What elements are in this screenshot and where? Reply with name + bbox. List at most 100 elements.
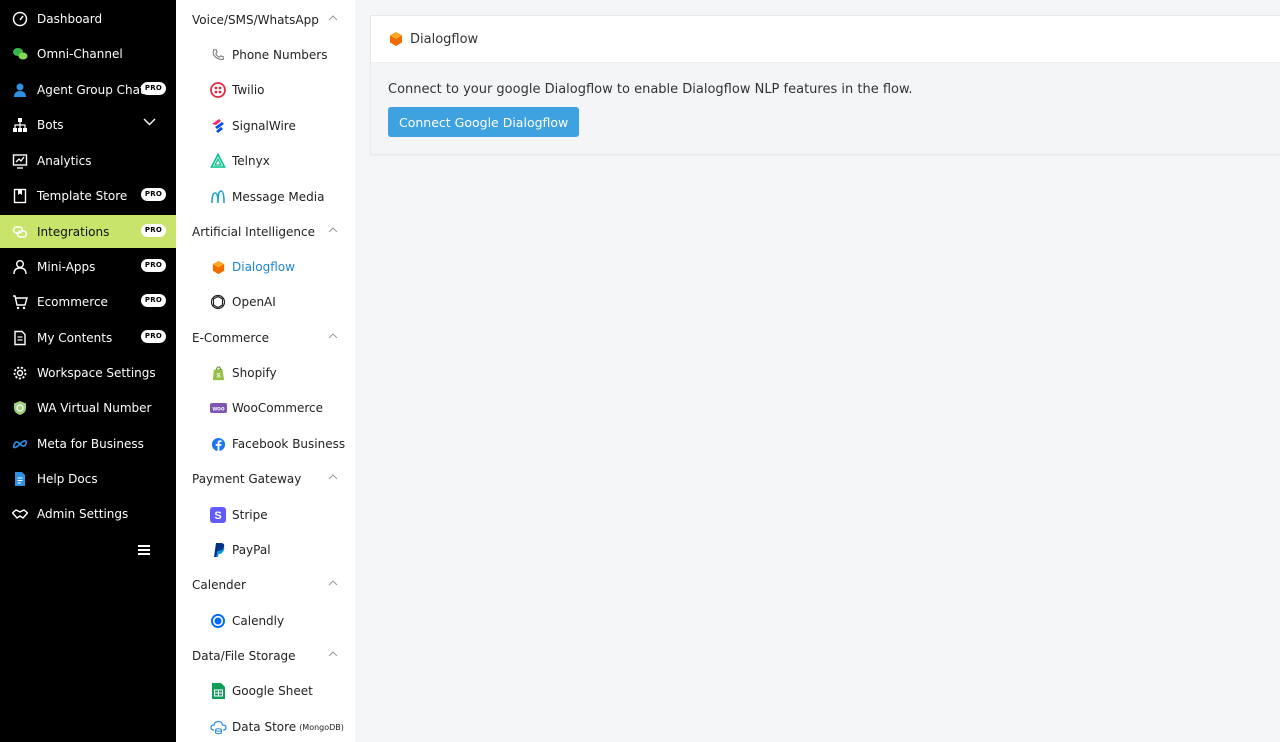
nav-help-docs[interactable]: Help Docs xyxy=(0,462,176,495)
submenu-item-telnyx[interactable]: Telnyx xyxy=(209,152,270,170)
section-title-payment-gateway[interactable]: Payment Gateway xyxy=(192,472,301,486)
submenu-item-stripe[interactable]: S Stripe xyxy=(209,506,268,524)
submenu-item-woocommerce[interactable]: woo WooCommerce xyxy=(209,399,323,417)
submenu-item-label: Shopify xyxy=(232,366,277,380)
nav-workspace-settings[interactable]: Workspace Settings xyxy=(0,356,176,389)
paypal-icon xyxy=(209,541,227,559)
menu-collapse-icon[interactable] xyxy=(137,543,151,557)
submenu-item-label: Stripe xyxy=(232,508,268,522)
chevron-up-icon[interactable] xyxy=(328,474,338,480)
nav-omni-channel[interactable]: Omni-Channel xyxy=(0,37,176,70)
submenu-item-label: WooCommerce xyxy=(232,401,323,415)
chevron-down-icon[interactable] xyxy=(143,118,156,126)
nav-label: Mini-Apps xyxy=(37,259,96,274)
submenu-item-calendly[interactable]: Calendly xyxy=(209,612,284,630)
analytics-icon xyxy=(11,152,29,170)
pro-badge: PRO xyxy=(140,188,166,201)
section-title-artificial-intelligence[interactable]: Artificial Intelligence xyxy=(192,225,315,239)
phone-icon xyxy=(209,46,227,64)
nav-integrations[interactable]: Integrations PRO xyxy=(0,215,176,248)
section-title-voice-sms-whatsapp[interactable]: Voice/SMS/WhatsApp xyxy=(192,13,319,27)
facebook-icon xyxy=(209,435,227,453)
nav-meta-for-business[interactable]: Meta for Business xyxy=(0,427,176,460)
cart-icon xyxy=(11,293,29,311)
submenu-item-facebook-business[interactable]: Facebook Business xyxy=(209,435,345,453)
chevron-up-icon[interactable] xyxy=(328,580,338,586)
agent-icon xyxy=(11,81,29,99)
connect-google-dialogflow-button[interactable]: Connect Google Dialogflow xyxy=(388,107,580,137)
nav-label: Integrations xyxy=(37,224,110,239)
submenu-item-label: Google Sheet xyxy=(232,684,313,698)
submenu-item-openai[interactable]: OpenAI xyxy=(209,293,276,311)
integrations-icon xyxy=(11,223,29,241)
nav-label: Bots xyxy=(37,117,64,132)
google-sheet-icon xyxy=(209,682,227,700)
submenu-item-phone-numbers[interactable]: Phone Numbers xyxy=(209,46,327,64)
nav-admin-settings[interactable]: Admin Settings xyxy=(0,497,176,530)
submenu-item-twilio[interactable]: Twilio xyxy=(209,81,265,99)
shield-icon xyxy=(11,399,29,417)
handshake-icon xyxy=(11,505,29,523)
submenu-item-label: Facebook Business xyxy=(232,437,346,451)
main-content: Dialogflow Connect to your google Dialog… xyxy=(355,0,1280,742)
nav-ecommerce[interactable]: Ecommerce PRO xyxy=(0,285,176,318)
submenu-item-label: OpenAI xyxy=(232,295,276,309)
nav-wa-virtual-number[interactable]: WA Virtual Number xyxy=(0,391,176,424)
dashboard-icon xyxy=(11,10,29,28)
document-icon xyxy=(11,329,29,347)
submenu-item-signalwire[interactable]: SignalWire xyxy=(209,117,296,135)
chevron-up-icon[interactable] xyxy=(328,227,338,233)
nav-template-store[interactable]: Template Store PRO xyxy=(0,179,176,212)
section-title-calender[interactable]: Calender xyxy=(192,578,246,592)
nav-label: Dashboard xyxy=(37,11,103,26)
nav-label: Workspace Settings xyxy=(37,365,156,380)
submenu-item-label: Dialogflow xyxy=(232,260,295,274)
nav-dashboard[interactable]: Dashboard xyxy=(0,2,176,35)
shopify-icon: S xyxy=(209,364,227,382)
card-title: Dialogflow xyxy=(410,31,479,47)
nav-label: Admin Settings xyxy=(37,506,129,521)
chat-bubbles-icon xyxy=(11,45,29,63)
submenu-item-label: SignalWire xyxy=(232,119,296,133)
gear-icon xyxy=(11,364,29,382)
submenu-item-label: Calendly xyxy=(232,614,285,628)
bots-tree-icon xyxy=(11,116,29,134)
openai-icon xyxy=(209,293,227,311)
chevron-up-icon[interactable] xyxy=(328,15,338,21)
chevron-up-icon[interactable] xyxy=(328,651,338,657)
template-icon xyxy=(11,187,29,205)
section-title-data-file-storage[interactable]: Data/File Storage xyxy=(192,649,296,663)
submenu-item-label: PayPal xyxy=(232,543,271,557)
submenu-item-label: Data Store xyxy=(232,720,297,734)
nav-my-contents[interactable]: My Contents PRO xyxy=(0,321,176,354)
stripe-icon: S xyxy=(209,506,227,524)
submenu-item-paypal[interactable]: PayPal xyxy=(209,541,271,559)
nav-bots[interactable]: Bots xyxy=(0,108,176,141)
nav-agent-group-chat[interactable]: Agent Group Chat PRO xyxy=(0,73,176,106)
nav-analytics[interactable]: Analytics xyxy=(0,144,176,177)
woocommerce-icon: woo xyxy=(209,399,227,417)
card-header: Dialogflow xyxy=(371,16,1280,63)
submenu-item-shopify[interactable]: S Shopify xyxy=(209,364,277,382)
nav-label: Agent Group Chat xyxy=(37,82,145,97)
main-sidebar: Dashboard Omni-Channel Agent Group Chat … xyxy=(0,0,176,742)
submenu-item-google-sheet[interactable]: Google Sheet xyxy=(209,682,313,700)
telnyx-icon xyxy=(209,152,227,170)
user-icon xyxy=(11,258,29,276)
nav-label: Template Store xyxy=(37,188,128,203)
dialogflow-icon xyxy=(209,258,227,276)
submenu-item-dialogflow[interactable]: Dialogflow xyxy=(209,258,295,276)
message-media-icon xyxy=(209,188,227,206)
nav-mini-apps[interactable]: Mini-Apps PRO xyxy=(0,250,176,283)
section-title-e-commerce[interactable]: E-Commerce xyxy=(192,331,269,345)
submenu-item-data-store[interactable]: Data Store (MongoDB) xyxy=(209,718,344,736)
integrations-submenu: Voice/SMS/WhatsApp Phone Numbers Twilio … xyxy=(176,0,355,742)
pro-badge: PRO xyxy=(140,82,166,95)
submenu-item-message-media[interactable]: Message Media xyxy=(209,188,324,206)
pro-badge: PRO xyxy=(140,294,166,307)
pro-badge: PRO xyxy=(140,224,166,237)
dialogflow-icon xyxy=(390,32,402,46)
submenu-item-label: Phone Numbers xyxy=(232,48,328,62)
submenu-item-label: Twilio xyxy=(232,83,265,97)
chevron-up-icon[interactable] xyxy=(328,333,338,339)
